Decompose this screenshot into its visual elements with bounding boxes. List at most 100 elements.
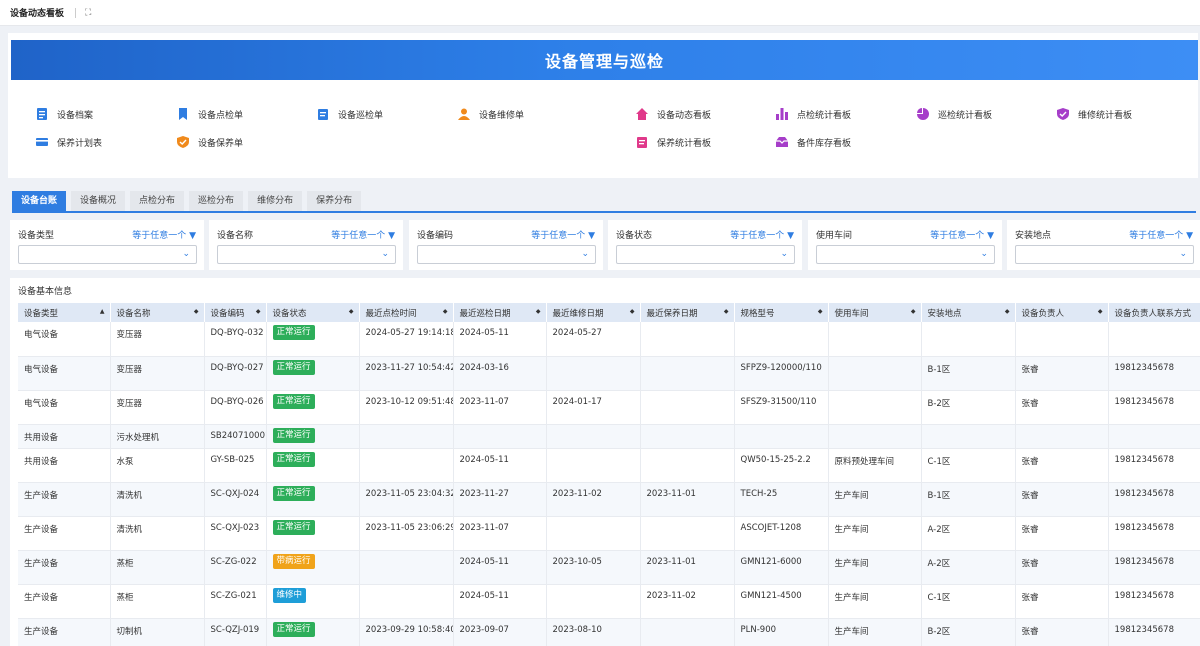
divider (75, 7, 77, 18)
table-row[interactable]: 生产设备 切制机 SC-QZJ-019 正常运行 2023-09-29 10:58:40… (18, 618, 1200, 646)
table-cell (828, 424, 922, 449)
table-cell: 共用设备 (18, 448, 111, 483)
column-header[interactable]: 安装地点 ◆ (921, 303, 1016, 322)
tab-spot-distribution[interactable]: 点检分布 (130, 191, 185, 212)
nav-label: 维修统计看板 (1078, 110, 1133, 121)
table-cell: 2023-11-05 23:04:32 (359, 482, 454, 517)
filter-operator[interactable]: 等于任意一个 ▼ (1129, 228, 1193, 241)
tab-repair-distribution[interactable]: 维修分布 (248, 191, 303, 212)
filter-select[interactable]: ⌄ (1015, 245, 1194, 264)
column-header[interactable]: 设备类型 ▲ (18, 303, 111, 322)
nav-dynamic-board[interactable]: 设备动态看板 (636, 107, 711, 121)
sort-asc-icon[interactable]: ▲ (100, 308, 105, 315)
column-header[interactable]: 设备编码 ◆ (204, 303, 267, 322)
table-row[interactable]: 生产设备 清洗机 SC-QXJ-023 正常运行 2023-11-05 23:06:29… (18, 516, 1200, 551)
tab-inspection-distribution[interactable]: 巡检分布 (189, 191, 244, 212)
table-cell: SC-QZJ-019 (204, 618, 267, 646)
nav-maintenance-order[interactable]: 设备保养单 (177, 135, 243, 149)
column-header-label: 最近保养日期 (646, 308, 698, 319)
filter-operator[interactable]: 等于任意一个 ▼ (930, 228, 994, 241)
nav-inspection-order[interactable]: 设备巡检单 (317, 107, 383, 121)
table-row[interactable]: 生产设备 蒸柜 SC-ZG-022 带病运行 2024-05-11 2023-10-05 2… (18, 550, 1200, 585)
nav-spare-parts-board[interactable]: 备件库存看板 (776, 135, 851, 149)
nav-spot-check-order[interactable]: 设备点检单 (177, 107, 243, 121)
nav-maintenance-stats-board[interactable]: 保养统计看板 (636, 135, 711, 149)
sort-icon[interactable]: ◆ (349, 308, 354, 315)
column-header[interactable]: 使用车间 ◆ (828, 303, 922, 322)
sort-icon[interactable]: ◆ (630, 308, 635, 315)
filter-select[interactable]: ⌄ (417, 245, 596, 264)
filter-equipment-status: 设备状态 等于任意一个 ▼ ⌄ (608, 220, 802, 270)
sort-icon[interactable]: ◆ (1098, 308, 1103, 315)
expand-icon[interactable]: ⛶ (85, 8, 91, 18)
table-row[interactable]: 电气设备 变压器 DQ-BYQ-027 正常运行 2023-11-27 10:54:42… (18, 356, 1200, 391)
sort-icon[interactable]: ◆ (256, 308, 261, 315)
table-row[interactable]: 生产设备 清洗机 SC-QXJ-024 正常运行 2023-11-05 23:04:32… (18, 482, 1200, 517)
filter-operator[interactable]: 等于任意一个 ▼ (531, 228, 595, 241)
nav-inspection-stats-board[interactable]: 巡检统计看板 (917, 107, 992, 121)
filter-operator[interactable]: 等于任意一个 ▼ (331, 228, 395, 241)
tab-maintenance-distribution[interactable]: 保养分布 (307, 191, 362, 212)
column-header-label: 规格型号 (740, 308, 775, 319)
table-row[interactable]: 电气设备 变压器 DQ-BYQ-032 正常运行 2024-05-27 19:14:18… (18, 322, 1200, 357)
sort-icon[interactable]: ◆ (724, 308, 729, 315)
table-cell: 19812345678 (1108, 516, 1200, 551)
nav-label: 设备动态看板 (657, 110, 712, 121)
column-header[interactable]: 最近点检时间 ◆ (359, 303, 454, 322)
column-header[interactable]: 最近维修日期 ◆ (546, 303, 641, 322)
column-header[interactable]: 设备名称 ◆ (110, 303, 205, 322)
sort-icon[interactable]: ◆ (443, 308, 448, 315)
sort-icon[interactable]: ◆ (194, 308, 199, 315)
sort-icon[interactable]: ◆ (818, 308, 823, 315)
filter-select[interactable]: ⌄ (217, 245, 396, 264)
table-cell (546, 424, 641, 449)
nav-label: 设备维修单 (479, 110, 525, 121)
column-header[interactable]: 设备状态 ◆ (266, 303, 360, 322)
table-cell: 19812345678 (1108, 390, 1200, 425)
status-badge: 正常运行 (272, 427, 315, 443)
column-header[interactable]: 设备负责人 ◆ (1015, 303, 1109, 322)
nav-maintenance-plan[interactable]: 保养计划表 (36, 135, 102, 149)
shield-icon (177, 136, 189, 148)
tab-ledger[interactable]: 设备台账 (12, 191, 67, 212)
table-cell: 2024-05-27 (546, 322, 641, 357)
column-header[interactable]: 设备负责人联系方式 (1108, 303, 1200, 322)
table-row[interactable]: 电气设备 变压器 DQ-BYQ-026 正常运行 2023-10-12 09:51:48… (18, 390, 1200, 425)
table-row[interactable]: 共用设备 污水处理机 SB240710001 正常运行 (18, 424, 1200, 449)
table-cell: 19812345678 (1108, 550, 1200, 585)
filter-equipment-code: 设备编码 等于任意一个 ▼ ⌄ (409, 220, 603, 270)
table-row[interactable]: 共用设备 水泵 GY-SB-025 正常运行 2024-05-11 QW50-15-25-… (18, 448, 1200, 483)
sort-icon[interactable]: ◆ (1005, 308, 1010, 315)
filter-select[interactable]: ⌄ (816, 245, 995, 264)
nav-label: 备件库存看板 (797, 138, 852, 149)
column-header[interactable]: 最近保养日期 ◆ (640, 303, 735, 322)
table-cell: 2023-11-01 (640, 482, 735, 517)
filter-bar: 设备类型 等于任意一个 ▼ ⌄ 设备名称 等于任意一个 ▼ ⌄ 设备编码 等于任… (10, 220, 1200, 270)
nav-repair-order[interactable]: 设备维修单 (458, 107, 524, 121)
filter-operator[interactable]: 等于任意一个 ▼ (132, 228, 196, 241)
filter-select[interactable]: ⌄ (616, 245, 795, 264)
table-cell: 带病运行 (266, 550, 360, 585)
filter-operator[interactable]: 等于任意一个 ▼ (730, 228, 794, 241)
tab-overview[interactable]: 设备概况 (71, 191, 126, 212)
sort-icon[interactable]: ◆ (911, 308, 916, 315)
table-cell: 2023-11-02 (640, 584, 735, 619)
status-badge: 正常运行 (272, 359, 315, 375)
bar-chart-icon (776, 108, 788, 120)
column-header[interactable]: 最近巡检日期 ◆ (453, 303, 547, 322)
filter-select[interactable]: ⌄ (18, 245, 197, 264)
nav-label: 设备档案 (57, 110, 94, 121)
table-title: 设备基本信息 (18, 287, 73, 297)
sort-icon[interactable]: ◆ (536, 308, 541, 315)
nav-spot-stats-board[interactable]: 点检统计看板 (776, 107, 851, 121)
nav-repair-stats-board[interactable]: 维修统计看板 (1057, 107, 1132, 121)
table-cell: 生产车间 (828, 618, 922, 646)
nav-equipment-archive[interactable]: 设备档案 (36, 107, 93, 121)
table-cell: 生产车间 (828, 550, 922, 585)
column-header[interactable]: 规格型号 ◆ (734, 303, 829, 322)
table-row[interactable]: 生产设备 蒸柜 SC-ZG-021 维修中 2024-05-11 2023-11-02 GM… (18, 584, 1200, 619)
table-cell: 2024-05-27 19:14:18 (359, 322, 454, 357)
table-cell: 正常运行 (266, 390, 360, 425)
table-cell: 变压器 (110, 356, 205, 391)
filter-label: 安装地点 (1015, 231, 1052, 241)
